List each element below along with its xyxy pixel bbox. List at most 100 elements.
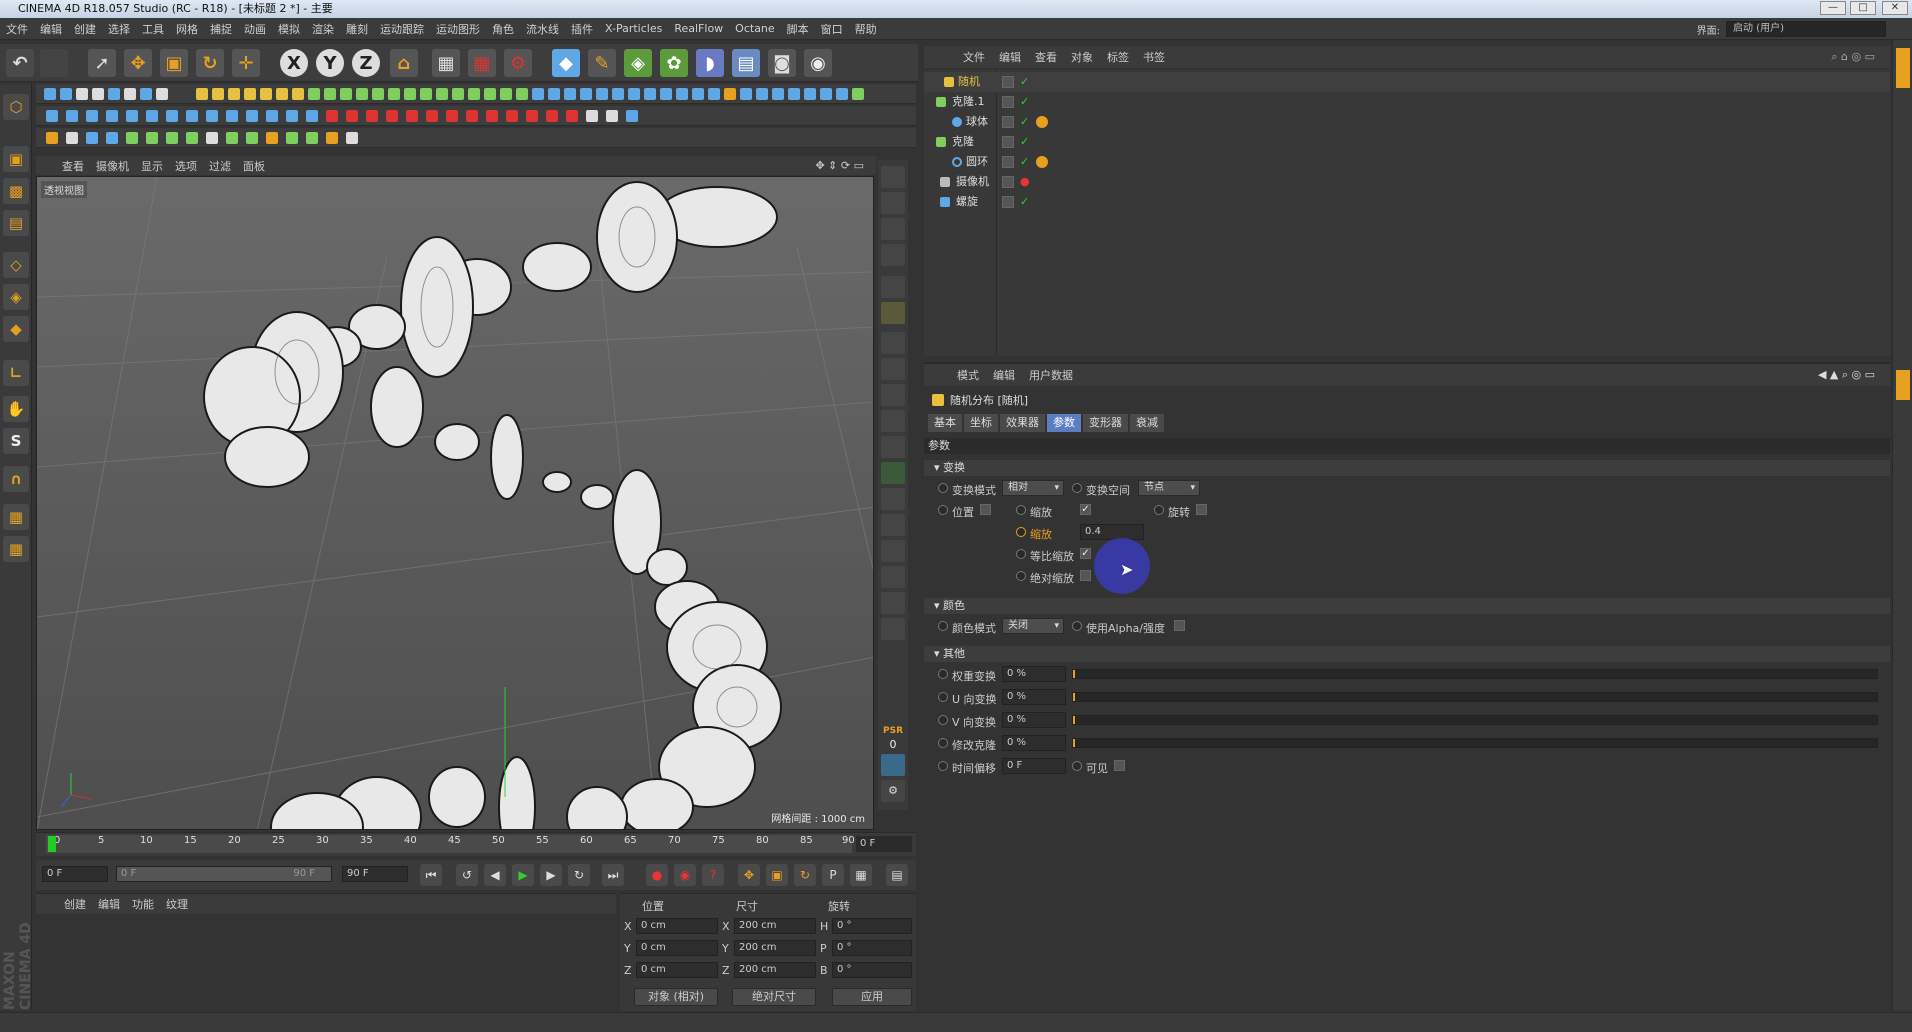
plugin-icon[interactable] [60, 88, 72, 100]
strip-icon[interactable] [881, 488, 905, 510]
object-menu-bookmarks[interactable]: 书签 [1136, 49, 1172, 65]
menu-help[interactable]: 帮助 [849, 21, 883, 37]
plugin-icon[interactable] [852, 88, 864, 100]
other-section-header[interactable]: ▾ 其他 [924, 646, 1890, 662]
undo-icon[interactable]: ↶ [6, 49, 34, 77]
strip-icon[interactable] [881, 592, 905, 614]
plugin-icon[interactable] [66, 132, 78, 144]
plugin-icon[interactable] [86, 110, 98, 122]
menu-mesh[interactable]: 网格 [170, 21, 204, 37]
plugin-icon[interactable] [612, 88, 624, 100]
plugin-icon[interactable] [486, 110, 498, 122]
scale-tool-icon[interactable]: ▣ [160, 49, 188, 77]
axis-x-lock-icon[interactable]: X [280, 49, 308, 77]
plugin-icon[interactable] [340, 88, 352, 100]
strip-icon[interactable] [881, 244, 905, 266]
record-icon[interactable]: ● [646, 864, 668, 886]
plugin-icon[interactable] [206, 110, 218, 122]
plugin-icon[interactable] [836, 88, 848, 100]
weight-transform-slider[interactable] [1072, 669, 1878, 679]
plugin-icon[interactable] [166, 110, 178, 122]
polygons-mode-icon[interactable]: ◆ [3, 316, 29, 342]
object-visibility-toggle[interactable] [1002, 116, 1014, 128]
key-param-icon[interactable]: P [822, 864, 844, 886]
prev-frame-icon[interactable]: ◀ [484, 864, 506, 886]
object-row-cloner-1[interactable]: 克隆.1 ✓ [924, 92, 1890, 112]
u-transform-field[interactable]: 0 % [1002, 689, 1066, 705]
tweak-mode-icon[interactable]: ✋ [3, 396, 29, 422]
object-row-random[interactable]: 随机 ✓ [924, 72, 1890, 92]
side-tab[interactable] [1896, 370, 1910, 400]
plugin-icon[interactable] [346, 132, 358, 144]
camera-icon[interactable]: ◙ [768, 49, 796, 77]
plugin-icon[interactable] [660, 88, 672, 100]
object-visibility-toggle[interactable] [1002, 156, 1014, 168]
key-scale-icon[interactable]: ▣ [766, 864, 788, 886]
plugin-icon[interactable] [228, 88, 240, 100]
plugin-icon[interactable] [266, 132, 278, 144]
plugin-icon[interactable] [532, 88, 544, 100]
plugin-icon[interactable] [226, 132, 238, 144]
plugin-icon[interactable] [626, 110, 638, 122]
material-tag-icon[interactable] [1036, 116, 1048, 128]
plugin-icon[interactable] [756, 88, 768, 100]
plugin-icon[interactable] [436, 88, 448, 100]
plugin-icon[interactable] [196, 88, 208, 100]
plugin-icon[interactable] [324, 88, 336, 100]
strip-icon[interactable] [881, 754, 905, 776]
menu-edit[interactable]: 编辑 [34, 21, 68, 37]
transform-section-header[interactable]: ▾ 变换 [924, 460, 1890, 476]
strip-icon[interactable] [881, 384, 905, 406]
plugin-icon[interactable] [46, 132, 58, 144]
animation-radio[interactable] [938, 483, 948, 493]
light-icon[interactable]: ◉ [804, 49, 832, 77]
menu-octane[interactable]: Octane [729, 22, 781, 35]
floor-icon[interactable]: ▤ [732, 49, 760, 77]
plugin-icon[interactable] [404, 88, 416, 100]
strip-icon[interactable] [881, 192, 905, 214]
apply-button[interactable]: 应用 [832, 988, 912, 1006]
coordinate-system-icon[interactable]: ⌂ [390, 49, 418, 77]
cloner-icon[interactable]: ✿ [660, 49, 688, 77]
prev-key-icon[interactable]: ↺ [456, 864, 478, 886]
edges-mode-icon[interactable]: ◈ [3, 284, 29, 310]
viewport-menu-filter[interactable]: 过滤 [203, 158, 237, 174]
weight-transform-field[interactable]: 0 % [1002, 666, 1066, 682]
points-mode-icon[interactable]: ◇ [3, 252, 29, 278]
animation-radio[interactable] [938, 505, 948, 515]
object-enabled-check[interactable]: ✓ [1020, 72, 1029, 92]
workplane-icon[interactable]: ▤ [3, 210, 29, 236]
strip-icon[interactable] [881, 218, 905, 240]
plugin-icon[interactable] [212, 88, 224, 100]
plugin-icon[interactable] [46, 110, 58, 122]
plugin-icon[interactable] [246, 132, 258, 144]
modify-clone-slider[interactable] [1072, 738, 1878, 748]
object-menu-object[interactable]: 对象 [1064, 49, 1100, 65]
position-x-field[interactable]: 0 cm [636, 918, 718, 934]
menu-animate[interactable]: 动画 [238, 21, 272, 37]
play-icon[interactable]: ▶ [512, 864, 534, 886]
material-tag-icon[interactable] [1036, 156, 1048, 168]
plugin-icon[interactable] [586, 110, 598, 122]
object-menu-view[interactable]: 查看 [1028, 49, 1064, 65]
plugin-icon[interactable] [140, 88, 152, 100]
next-key-icon[interactable]: ↻ [568, 864, 590, 886]
plugin-icon[interactable] [146, 110, 158, 122]
material-menu-function[interactable]: 功能 [126, 896, 160, 912]
position-y-field[interactable]: 0 cm [636, 940, 718, 956]
animation-radio[interactable] [1016, 571, 1026, 581]
render-settings-icon[interactable]: ⚙ [504, 49, 532, 77]
animation-radio[interactable] [938, 669, 948, 679]
move-tool-icon[interactable]: ✥ [124, 49, 152, 77]
viewport-menu-display[interactable]: 显示 [135, 158, 169, 174]
current-frame-field[interactable]: 0 F [856, 836, 912, 852]
plugin-icon[interactable] [580, 88, 592, 100]
plugin-icon[interactable] [644, 88, 656, 100]
plugin-icon[interactable] [306, 132, 318, 144]
attribute-menu-mode[interactable]: 模式 [950, 367, 986, 383]
plugin-icon[interactable] [516, 88, 528, 100]
visible-checkbox[interactable] [1114, 760, 1125, 771]
plugin-icon[interactable] [306, 110, 318, 122]
plugin-icon[interactable] [86, 132, 98, 144]
attribute-nav-icons[interactable]: ◀ ▲ ⌕ ◎ ▭ [1811, 368, 1882, 382]
